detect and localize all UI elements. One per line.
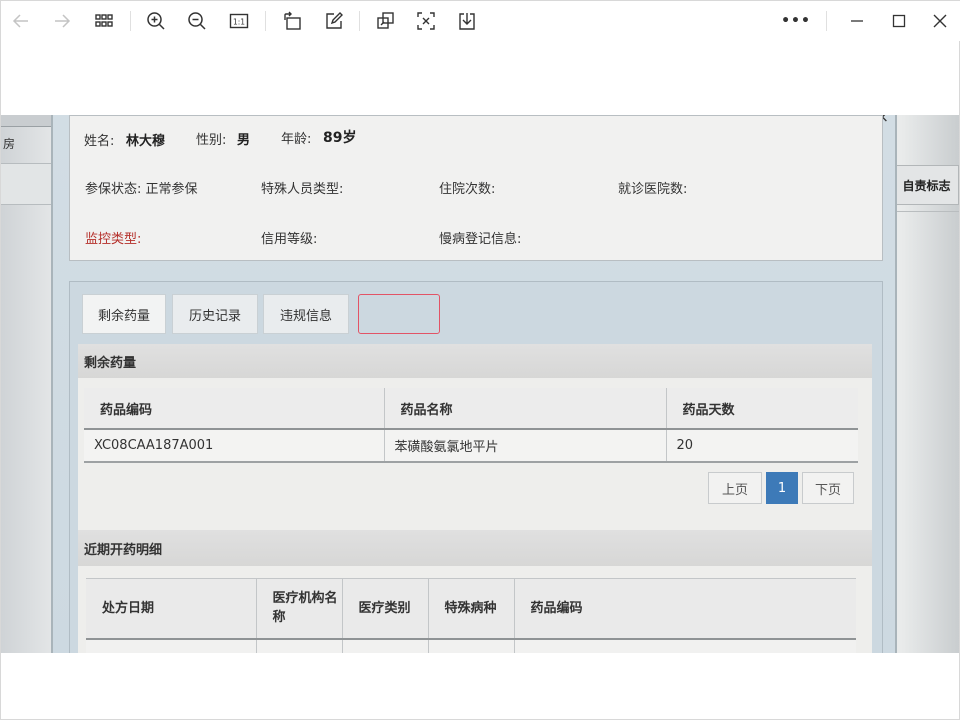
column-header-institution-name[interactable]: 医疗机构名称 xyxy=(256,578,343,640)
hospital-visit-count: 就诊医院数: xyxy=(618,182,688,197)
table-row[interactable] xyxy=(86,638,856,653)
grid-icon[interactable] xyxy=(91,9,117,33)
recent-prescription-table: 处方日期 医疗机构名称 医疗类别 特殊病种 药品编码 xyxy=(86,578,856,653)
zoom-in-icon[interactable] xyxy=(143,9,169,33)
tab-remaining-medication[interactable]: 剩余药量 xyxy=(82,294,166,334)
drug-monitor-dialog: × 姓名: 林大穆 性别: 男 年龄: 89岁 参保状态: 正常参保 特殊人员类… xyxy=(51,115,897,653)
current-page-button[interactable]: 1 xyxy=(766,472,798,504)
remaining-section-title: 剩余药量 xyxy=(78,344,872,378)
credit-level: 信用等级: xyxy=(261,232,318,247)
insurance-status: 参保状态: 正常参保 xyxy=(85,182,198,197)
column-header-prescription-date[interactable]: 处方日期 xyxy=(86,578,257,640)
patient-info-panel: 姓名: 林大穆 性别: 男 年龄: 89岁 参保状态: 正常参保 特殊人员类型:… xyxy=(69,115,883,261)
column-header-drug-name[interactable]: 药品名称 xyxy=(384,388,667,430)
chronic-disease-info: 慢病登记信息: xyxy=(439,232,522,247)
crop-icon[interactable] xyxy=(372,9,398,33)
prev-page-button[interactable]: 上页 xyxy=(708,472,762,504)
photo-image: 房 自责标志 × 姓名: 林大穆 性别: 男 年龄: 89岁 参保状态: 正常参… xyxy=(1,115,959,653)
close-icon[interactable] xyxy=(927,9,953,33)
background-row-divider xyxy=(894,211,959,212)
admission-count: 住院次数: xyxy=(439,182,496,197)
background-left-label: 房 xyxy=(3,137,16,151)
tab-content: 剩余药量 药品编码 药品名称 药品天数 XC08CAA187A001 苯磺酸氨氯… xyxy=(78,344,872,653)
background-left-row xyxy=(1,163,51,205)
actual-size-icon[interactable]: 1:1 xyxy=(226,9,252,33)
cell-drug-code: XC08CAA187A001 xyxy=(84,429,385,463)
gender-value: 男 xyxy=(237,133,251,148)
gender-label: 性别: xyxy=(196,133,227,148)
image-viewer-window: 1:1 ••• 房 自责标志 姓名: 林大穆 性别: 男 年龄: 89岁 参保状… xyxy=(0,0,960,720)
tab-violation-info[interactable]: 违规信息 xyxy=(263,294,349,334)
background-window-titlebar xyxy=(1,115,51,127)
zoom-out-icon[interactable] xyxy=(184,9,210,33)
age-label: 年龄: xyxy=(281,132,312,147)
column-header-drug-code[interactable]: 药品编码 xyxy=(514,578,856,640)
detail-panel: 剩余药量 历史记录 违规信息 剩余药量 药品编码 药品名称 药品天数 XC08C… xyxy=(69,281,883,653)
column-header-drug-days[interactable]: 药品天数 xyxy=(666,388,858,430)
maximize-icon[interactable] xyxy=(886,9,912,33)
rotate-icon[interactable] xyxy=(279,9,305,33)
svg-text:1:1: 1:1 xyxy=(233,18,245,27)
name-value: 林大穆 xyxy=(126,134,166,149)
recent-section-title: 近期开药明细 xyxy=(78,530,872,566)
save-icon[interactable] xyxy=(454,9,480,33)
viewer-toolbar: 1:1 ••• xyxy=(1,1,960,41)
tab-blank-highlighted[interactable] xyxy=(358,294,440,334)
tab-history[interactable]: 历史记录 xyxy=(172,294,258,334)
ocr-icon[interactable] xyxy=(413,9,439,33)
age-value: 89岁 xyxy=(323,130,357,146)
back-arrow-icon[interactable] xyxy=(8,9,34,33)
cell-drug-name: 苯磺酸氨氯地平片 xyxy=(384,429,667,463)
next-page-button[interactable]: 下页 xyxy=(802,472,854,504)
name-label: 姓名: xyxy=(84,134,115,149)
column-header-medical-category[interactable]: 医疗类别 xyxy=(342,578,429,640)
monitor-type: 监控类型: xyxy=(85,232,142,247)
column-header-special-disease[interactable]: 特殊病种 xyxy=(428,578,515,640)
special-person-type: 特殊人员类型: xyxy=(261,182,344,197)
column-header-drug-code[interactable]: 药品编码 xyxy=(84,388,385,430)
forward-arrow-icon[interactable] xyxy=(49,9,75,33)
edit-icon[interactable] xyxy=(321,9,347,33)
table-row[interactable]: XC08CAA187A001 苯磺酸氨氯地平片 20 xyxy=(84,429,858,463)
minimize-icon[interactable] xyxy=(844,9,870,33)
remaining-medication-table: 药品编码 药品名称 药品天数 XC08CAA187A001 苯磺酸氨氯地平片 2… xyxy=(84,388,858,463)
more-icon[interactable]: ••• xyxy=(781,9,810,33)
cell-drug-days: 20 xyxy=(666,429,858,463)
background-column-header: 自责标志 xyxy=(894,165,959,205)
